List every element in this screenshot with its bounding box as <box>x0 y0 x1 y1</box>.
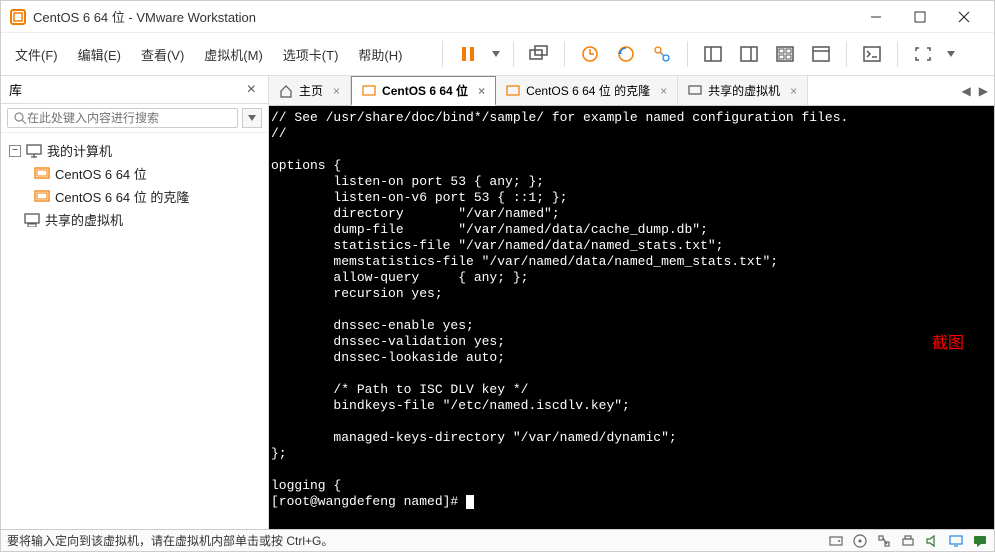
library-tree: − 我的计算机 CentOS 6 64 位 CentOS 6 64 位 的克隆 … <box>1 133 268 237</box>
separator <box>687 41 688 67</box>
send-keys-button[interactable] <box>524 40 554 68</box>
layout-single-button[interactable] <box>698 40 728 68</box>
layout-thumbnails-button[interactable] <box>734 40 764 68</box>
revert-snapshot-button[interactable] <box>611 40 641 68</box>
vm-icon <box>362 85 376 97</box>
separator <box>513 41 514 67</box>
toolbar <box>438 40 958 68</box>
separator <box>897 41 898 67</box>
tab-close-icon[interactable]: × <box>660 84 667 98</box>
vm-icon <box>33 165 51 183</box>
status-text: 要将输入定向到该虚拟机，请在虚拟机内部单击或按 Ctrl+G。 <box>7 532 828 549</box>
menu-bar: 文件(F) 编辑(E) 查看(V) 虚拟机(M) 选项卡(T) 帮助(H) <box>1 33 994 75</box>
tab-close-icon[interactable]: × <box>333 84 340 98</box>
tree-item-centos[interactable]: CentOS 6 64 位 <box>7 162 262 185</box>
tree-item-label: 共享的虚拟机 <box>45 210 123 229</box>
terminal-cursor <box>466 495 474 509</box>
tab-close-icon[interactable]: × <box>790 84 797 98</box>
tab-next-icon[interactable]: ▶ <box>979 84 988 98</box>
vm-icon <box>33 188 51 206</box>
cdrom-icon[interactable] <box>852 534 868 548</box>
fullscreen-button[interactable] <box>806 40 836 68</box>
tab-home[interactable]: 主页 × <box>269 76 351 105</box>
annotation-label: 截图 <box>932 336 964 352</box>
tab-prev-icon[interactable]: ◀ <box>962 84 971 98</box>
tab-label: CentOS 6 64 位 的克隆 <box>526 82 650 99</box>
sidebar-header: 库 × <box>1 76 268 104</box>
title-bar: CentOS 6 64 位 - VMware Workstation <box>1 1 994 33</box>
window-title: CentOS 6 64 位 - VMware Workstation <box>33 7 854 26</box>
tree-item-label: CentOS 6 64 位 的克隆 <box>55 187 189 206</box>
shared-icon <box>688 85 702 97</box>
tab-label: 主页 <box>299 82 323 99</box>
snapshot-button[interactable] <box>575 40 605 68</box>
separator <box>442 41 443 67</box>
console-button[interactable] <box>857 40 887 68</box>
sidebar-title: 库 <box>9 80 22 99</box>
minimize-button[interactable] <box>854 2 898 32</box>
tab-nav: ◀ ▶ <box>956 76 994 105</box>
message-icon[interactable] <box>972 534 988 548</box>
terminal[interactable]: // See /usr/share/doc/bind*/sample/ for … <box>269 106 994 529</box>
maximize-button[interactable] <box>898 2 942 32</box>
tab-label: 共享的虚拟机 <box>708 82 780 99</box>
home-icon <box>279 84 293 98</box>
stretch-button[interactable] <box>908 40 938 68</box>
display-icon[interactable] <box>948 534 964 548</box>
unity-button[interactable] <box>770 40 800 68</box>
menu-tabs[interactable]: 选项卡(T) <box>279 41 343 68</box>
stretch-dropdown[interactable] <box>944 40 958 68</box>
menu-help[interactable]: 帮助(H) <box>354 41 406 68</box>
menu-file[interactable]: 文件(F) <box>11 41 62 68</box>
search-dropdown[interactable] <box>242 108 262 128</box>
snapshot-manager-button[interactable] <box>647 40 677 68</box>
tab-centos[interactable]: CentOS 6 64 位 × <box>351 76 496 106</box>
sidebar: 库 × − 我的计算机 CentOS 6 64 位 CentOS 6 64 位 … <box>1 76 269 529</box>
collapse-icon[interactable]: − <box>9 145 21 157</box>
tree-item-centos-clone[interactable]: CentOS 6 64 位 的克隆 <box>7 185 262 208</box>
terminal-text: // See /usr/share/doc/bind*/sample/ for … <box>271 110 848 509</box>
tab-label: CentOS 6 64 位 <box>382 82 468 99</box>
disk-icon[interactable] <box>828 534 844 548</box>
separator <box>846 41 847 67</box>
menu-edit[interactable]: 编辑(E) <box>74 41 125 68</box>
sound-icon[interactable] <box>924 534 940 548</box>
status-bar: 要将输入定向到该虚拟机，请在虚拟机内部单击或按 Ctrl+G。 <box>1 529 994 551</box>
pause-button[interactable] <box>453 40 483 68</box>
menu-view[interactable]: 查看(V) <box>137 41 188 68</box>
tab-close-icon[interactable]: × <box>478 84 485 98</box>
menu-vm[interactable]: 虚拟机(M) <box>200 41 267 68</box>
vm-icon <box>506 85 520 97</box>
status-icons <box>828 534 988 548</box>
tree-item-label: CentOS 6 64 位 <box>55 164 147 183</box>
tab-shared[interactable]: 共享的虚拟机 × <box>678 76 808 105</box>
search-row <box>1 104 268 133</box>
tree-item-shared[interactable]: 共享的虚拟机 <box>7 208 262 231</box>
main-area: 库 × − 我的计算机 CentOS 6 64 位 CentOS 6 64 位 … <box>1 75 994 529</box>
network-icon[interactable] <box>876 534 892 548</box>
search-input[interactable] <box>27 111 232 125</box>
printer-icon[interactable] <box>900 534 916 548</box>
shared-icon <box>23 211 41 229</box>
vmware-icon <box>9 8 27 26</box>
tabs-row: 主页 × CentOS 6 64 位 × CentOS 6 64 位 的克隆 ×… <box>269 76 994 106</box>
computer-icon <box>25 142 43 160</box>
search-icon <box>13 111 27 125</box>
content-area: 主页 × CentOS 6 64 位 × CentOS 6 64 位 的克隆 ×… <box>269 76 994 529</box>
close-button[interactable] <box>942 2 986 32</box>
pause-dropdown[interactable] <box>489 40 503 68</box>
tree-root[interactable]: − 我的计算机 <box>7 139 262 162</box>
separator <box>564 41 565 67</box>
tab-centos-clone[interactable]: CentOS 6 64 位 的克隆 × <box>496 76 678 105</box>
sidebar-close-icon[interactable]: × <box>243 81 260 99</box>
tree-root-label: 我的计算机 <box>47 141 112 160</box>
search-box[interactable] <box>7 108 238 128</box>
